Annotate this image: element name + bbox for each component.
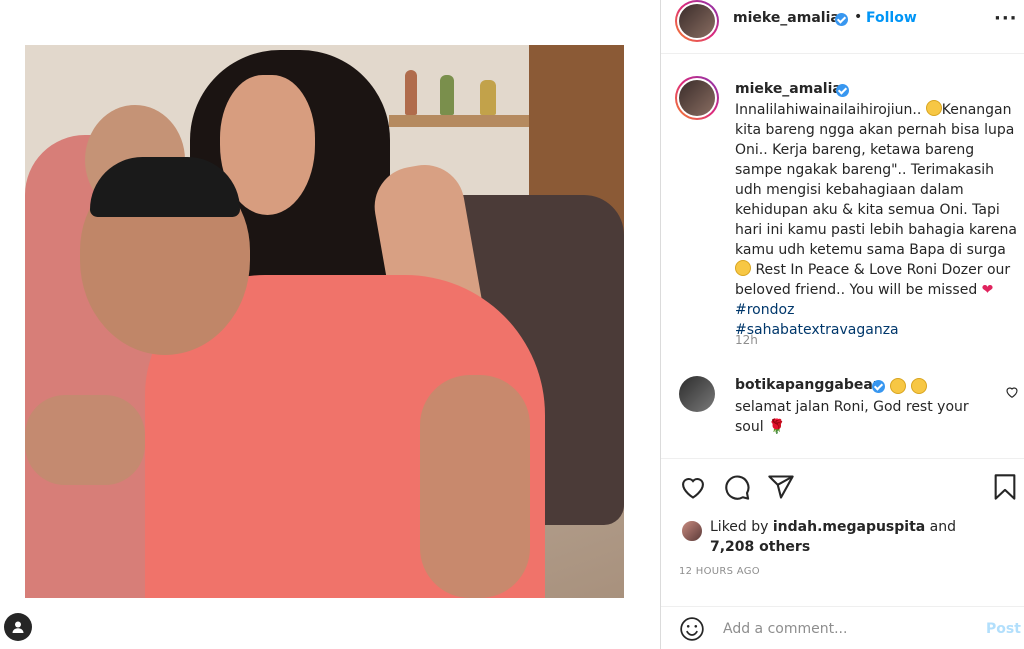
post-header: mieke_amalia • Follow ··· (661, 0, 1024, 54)
add-comment-bar: Post (661, 606, 1024, 649)
likes-summary: Liked by indah.megapuspita and 7,208 oth… (661, 516, 1024, 560)
header-separator-dot: • (854, 9, 863, 25)
header-avatar[interactable] (675, 0, 719, 42)
likes-prefix: Liked by (710, 519, 773, 535)
profile-icon-glyph (12, 621, 24, 633)
caption-text: Innalilahiwainailaihirojiun.. Kenangan k… (735, 100, 1023, 340)
hashtag-link[interactable]: #sahabatextravaganza (735, 322, 899, 338)
photo-vase (480, 80, 496, 115)
bookmark-icon[interactable] (991, 473, 1019, 501)
likes-line: Liked by indah.megapuspita and (710, 519, 956, 535)
comment-avatar[interactable] (679, 376, 715, 412)
follow-button[interactable]: Follow (866, 10, 917, 26)
post-comment-button[interactable]: Post (986, 621, 1021, 637)
post-actions-bar (661, 458, 1024, 516)
hashtag-link[interactable]: #rondoz (735, 302, 794, 318)
caption-text-part: Rest In Peace & Love Roni Dozer our belo… (735, 262, 1015, 298)
crying-face-emoji-icon (925, 100, 942, 116)
red-heart-emoji-icon: ❤ (981, 282, 994, 298)
liker-username[interactable]: indah.megapuspita (773, 519, 925, 535)
post-timestamp[interactable]: 12 HOURS AGO (679, 566, 760, 577)
comment-emojis (890, 377, 928, 396)
smile-icon[interactable] (679, 616, 705, 642)
share-icon[interactable] (767, 473, 795, 501)
photo-vase (405, 70, 417, 115)
heart-icon[interactable] (679, 473, 707, 501)
caption-avatar[interactable] (675, 76, 719, 120)
verified-badge-icon (872, 380, 885, 393)
photo-vase (440, 75, 454, 115)
post-media-area (0, 0, 660, 649)
comment-like-heart-icon[interactable] (1005, 385, 1019, 399)
liker-avatar[interactable] (681, 520, 703, 542)
photo-man-hair (90, 157, 240, 217)
post-photo[interactable] (25, 45, 624, 598)
comment-input[interactable] (723, 617, 973, 641)
photo-hand (25, 395, 145, 485)
comments-list[interactable]: mieke_amalia Innalilahiwainailaihirojiun… (661, 54, 1024, 458)
profile-icon[interactable] (4, 613, 32, 641)
comment-username[interactable]: botikapanggabean (735, 377, 883, 393)
likes-count[interactable]: 7,208 others (710, 539, 810, 555)
smiling-face-emoji-icon (735, 260, 751, 276)
verified-badge-icon (835, 13, 848, 26)
header-username[interactable]: mieke_amalia (733, 10, 840, 26)
more-options-icon[interactable]: ··· (994, 8, 1018, 29)
caption-text-part: Innalilahiwainailaihirojiun.. (735, 102, 926, 118)
caption-time[interactable]: 12h (735, 333, 758, 347)
comment-text: selamat jalan Roni, God rest your soul 🌹 (735, 397, 975, 437)
sad-face-emoji-icon (911, 378, 928, 394)
post-side-panel: mieke_amalia • Follow ··· mieke_amalia I… (660, 0, 1024, 649)
likes-and: and (925, 519, 957, 535)
photo-man-arm (420, 375, 530, 598)
sad-face-emoji-icon (890, 378, 906, 394)
verified-badge-icon (836, 84, 849, 97)
rose-emoji-icon: 🌹 (768, 419, 786, 435)
photo-background-shelf (389, 115, 529, 127)
comment-icon[interactable] (723, 473, 751, 501)
caption-text-part: Kenangan kita bareng ngga akan pernah bi… (735, 102, 1022, 258)
caption-username[interactable]: mieke_amalia (735, 81, 842, 97)
